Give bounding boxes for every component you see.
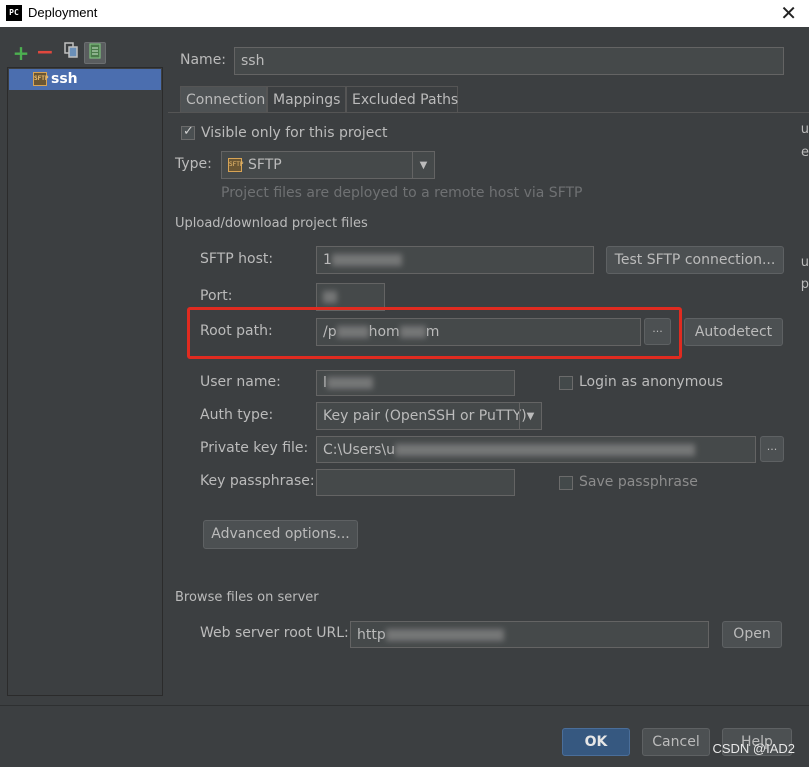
- auth-type-label: Auth type:: [200, 407, 274, 423]
- save-passphrase-label: Save passphrase: [579, 474, 698, 490]
- redacted-port: [323, 291, 337, 303]
- user-name-input[interactable]: l: [316, 370, 515, 396]
- server-list: SFTP ssh: [7, 67, 163, 696]
- private-key-label: Private key file:: [200, 440, 309, 456]
- type-hint: Project files are deployed to a remote h…: [221, 185, 583, 201]
- type-select[interactable]: SFTP SFTP ▼: [221, 151, 435, 179]
- clipped-text-fragment: u: [800, 122, 809, 137]
- redacted-url: [385, 629, 504, 641]
- passphrase-input[interactable]: [316, 469, 515, 496]
- browse-section-title: Browse files on server: [175, 590, 319, 605]
- user-name-label: User name:: [200, 374, 281, 390]
- cancel-button[interactable]: Cancel: [642, 728, 710, 756]
- type-label: Type:: [175, 156, 212, 172]
- clipped-text-fragment: u: [800, 255, 809, 270]
- test-sftp-connection-button[interactable]: Test SFTP connection...: [606, 246, 784, 274]
- tab-mappings[interactable]: Mappings: [267, 86, 346, 113]
- auth-type-value: Key pair (OpenSSH or PuTTY): [323, 408, 527, 424]
- type-select-value: SFTP: [248, 157, 282, 173]
- sidebar-item-label: ssh: [51, 71, 78, 87]
- sftp-host-value: 1: [323, 252, 332, 268]
- name-label: Name:: [180, 52, 227, 68]
- sftp-type-icon: SFTP: [228, 158, 243, 172]
- window-titlebar: PC Deployment ✕: [0, 0, 809, 27]
- sftp-host-input[interactable]: 1: [316, 246, 594, 274]
- footer-divider: [0, 705, 809, 706]
- anonymous-checkbox[interactable]: [559, 376, 573, 390]
- pycharm-app-icon: PC: [6, 5, 22, 21]
- close-icon[interactable]: ✕: [780, 1, 797, 25]
- redacted-user: [326, 377, 373, 389]
- tab-divider: [168, 112, 809, 113]
- port-label: Port:: [200, 288, 233, 304]
- advanced-options-button[interactable]: Advanced options...: [203, 520, 358, 549]
- tab-connection[interactable]: Connection: [180, 86, 267, 113]
- sidebar-item-ssh[interactable]: SFTP ssh: [9, 69, 161, 90]
- chevron-down-icon: ▼: [412, 152, 434, 178]
- clipped-text-fragment: e: [801, 145, 809, 160]
- private-key-browse-button[interactable]: ...: [760, 436, 784, 462]
- private-key-value: C:\Users\u: [323, 442, 396, 458]
- visible-only-label: Visible only for this project: [201, 125, 388, 141]
- use-as-default-icon[interactable]: [84, 42, 106, 64]
- add-server-icon[interactable]: +: [10, 42, 32, 64]
- window-title: Deployment: [28, 5, 98, 20]
- upload-section-title: Upload/download project files: [175, 216, 368, 231]
- tab-excluded-paths[interactable]: Excluded Paths: [346, 86, 458, 113]
- web-root-value: http: [357, 627, 386, 643]
- open-button[interactable]: Open: [722, 621, 782, 648]
- chevron-down-icon: ▼: [519, 403, 541, 429]
- clipped-text-fragment: p: [800, 277, 809, 292]
- save-passphrase-checkbox[interactable]: [559, 476, 573, 490]
- ok-button[interactable]: OK: [562, 728, 630, 756]
- sftp-server-icon: SFTP: [33, 72, 48, 86]
- autodetect-button[interactable]: Autodetect: [684, 318, 783, 346]
- sftp-host-label: SFTP host:: [200, 251, 274, 267]
- red-highlight-box: [187, 307, 682, 359]
- csdn-watermark: CSDN @IAD2: [712, 741, 795, 756]
- passphrase-label: Key passphrase:: [200, 473, 315, 489]
- web-root-label: Web server root URL:: [200, 625, 349, 641]
- redacted-host: [331, 254, 402, 266]
- private-key-input[interactable]: C:\Users\u: [316, 436, 756, 463]
- remove-server-icon[interactable]: −: [34, 42, 56, 64]
- anonymous-label: Login as anonymous: [579, 374, 724, 390]
- redacted-key-path: [395, 444, 696, 456]
- copy-server-icon[interactable]: [60, 42, 82, 64]
- server-name-input[interactable]: ssh: [234, 47, 784, 75]
- web-root-input[interactable]: http: [350, 621, 709, 648]
- auth-type-select[interactable]: Key pair (OpenSSH or PuTTY) ▼: [316, 402, 542, 430]
- visible-only-checkbox[interactable]: [181, 124, 195, 140]
